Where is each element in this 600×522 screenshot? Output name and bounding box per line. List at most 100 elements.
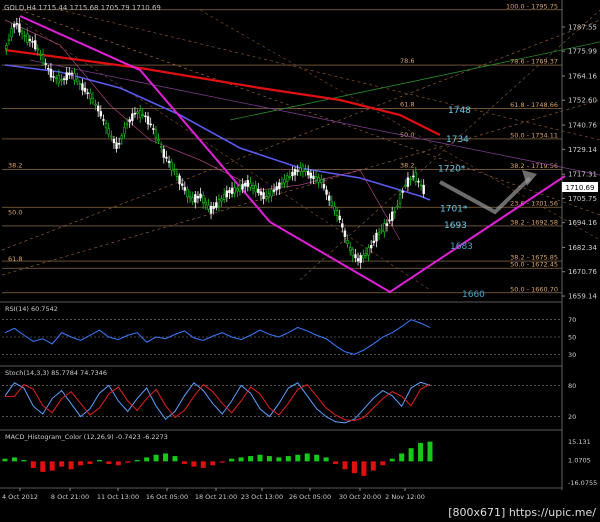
price-annotation: 1748: [448, 106, 471, 116]
candle-body: [359, 255, 362, 263]
macd-bar: [59, 461, 65, 467]
candle-body: [178, 175, 181, 185]
candle-body: [65, 72, 68, 81]
fib-side-label: 78.6: [400, 57, 414, 65]
candle-body: [230, 187, 234, 195]
candle-body: [380, 229, 383, 232]
candle-body: [123, 127, 126, 135]
fib-level-label: 38.2 - 1692.58: [510, 218, 558, 226]
macd-bar: [172, 456, 178, 462]
fib-level-label: 78.6 - 1769.37: [510, 58, 558, 66]
indicator-title: RSI(14) 60.7542: [5, 305, 58, 313]
candle-body: [238, 185, 242, 192]
fib-side-label: 50.0: [8, 209, 22, 217]
candle-body: [180, 183, 184, 186]
candle-body: [207, 204, 210, 210]
candle-body: [94, 103, 97, 106]
price-annotation: 1683: [450, 242, 473, 252]
candle-body: [272, 189, 276, 192]
fib-level-label: 61.8 - 1748.66: [510, 101, 558, 109]
candle-body: [183, 187, 187, 191]
candle-body: [165, 156, 168, 159]
candle-body: [41, 54, 45, 64]
candle-body: [351, 249, 355, 257]
candle-body: [320, 178, 323, 184]
time-tick-label: 18 Oct 21:00: [195, 493, 237, 501]
candle-body: [348, 247, 352, 251]
candle-body: [215, 202, 218, 208]
candle-body: [280, 182, 284, 185]
macd-bar: [78, 461, 84, 466]
candle-body: [12, 23, 16, 28]
macd-bar: [408, 448, 414, 462]
candle-body: [306, 170, 310, 176]
candle-body: [243, 183, 247, 187]
time-tick-label: 11 Oct 13:00: [97, 493, 139, 501]
candle-body: [325, 189, 328, 195]
candle-body: [18, 23, 21, 33]
candle-body: [33, 40, 37, 50]
candle-body: [26, 33, 29, 43]
indicator-level-label: 15.131: [568, 438, 591, 446]
candle-body: [91, 97, 95, 103]
candle-body: [422, 184, 425, 195]
candle-body: [369, 245, 373, 249]
candle-body: [104, 123, 108, 129]
candle-body: [52, 76, 55, 78]
candle-body: [335, 210, 339, 217]
macd-bar: [200, 461, 206, 468]
macd-bar: [257, 454, 263, 462]
candle-body: [141, 114, 145, 116]
macd-bar: [40, 461, 46, 472]
candle-body: [191, 197, 194, 202]
indicator-level-label: 80: [568, 382, 576, 390]
price-annotation: 1660: [462, 290, 485, 300]
candle-body: [417, 180, 420, 183]
candle-body: [60, 79, 63, 82]
candle-body: [75, 78, 79, 82]
candle-body: [162, 149, 166, 158]
candle-body: [299, 167, 302, 172]
candle-body: [5, 45, 8, 49]
candle-body: [372, 240, 376, 244]
candle-body: [257, 188, 260, 193]
macd-bar: [389, 458, 395, 462]
indicator-title: MACD_Histogram_Color (12,26,9) -0.7423 -…: [5, 433, 168, 441]
candle-body: [83, 87, 87, 92]
candle-body: [228, 189, 231, 194]
candle-body: [293, 169, 297, 176]
price-tick-label: 1682.34: [568, 244, 597, 252]
price-annotation: 1701*: [440, 204, 468, 214]
fib-side-label: 61.8: [8, 255, 22, 263]
candle-body: [107, 128, 110, 135]
candle-body: [78, 83, 82, 85]
price-annotation: 1720*: [438, 165, 466, 175]
candle-body: [364, 252, 368, 256]
candle-body: [296, 170, 299, 172]
candle-body: [136, 111, 139, 114]
macd-bar: [134, 460, 140, 462]
candle-body: [285, 175, 289, 182]
candle-body: [327, 195, 331, 201]
candle-body: [390, 211, 394, 221]
candle-body: [44, 63, 47, 65]
price-tick-label: 1670.76: [568, 268, 597, 276]
candle-body: [89, 92, 92, 100]
candle-body: [125, 123, 129, 126]
candle-body: [154, 129, 158, 139]
candle-body: [117, 143, 121, 145]
candle-body: [128, 119, 131, 123]
candle-body: [36, 48, 40, 51]
price-tick-label: 1729.14: [568, 146, 597, 154]
macd-bar: [68, 461, 74, 470]
macd-bar: [2, 458, 8, 462]
indicator-level-label: 30: [568, 351, 576, 359]
candle-body: [146, 116, 150, 125]
candle-body: [314, 176, 318, 181]
macd-bar: [314, 454, 320, 462]
candle-body: [383, 223, 386, 233]
price-tick-label: 1752.60: [568, 97, 597, 105]
candle-body: [367, 247, 370, 256]
candle-body: [157, 139, 160, 142]
indicator-level-label: 1.0705: [568, 456, 591, 464]
